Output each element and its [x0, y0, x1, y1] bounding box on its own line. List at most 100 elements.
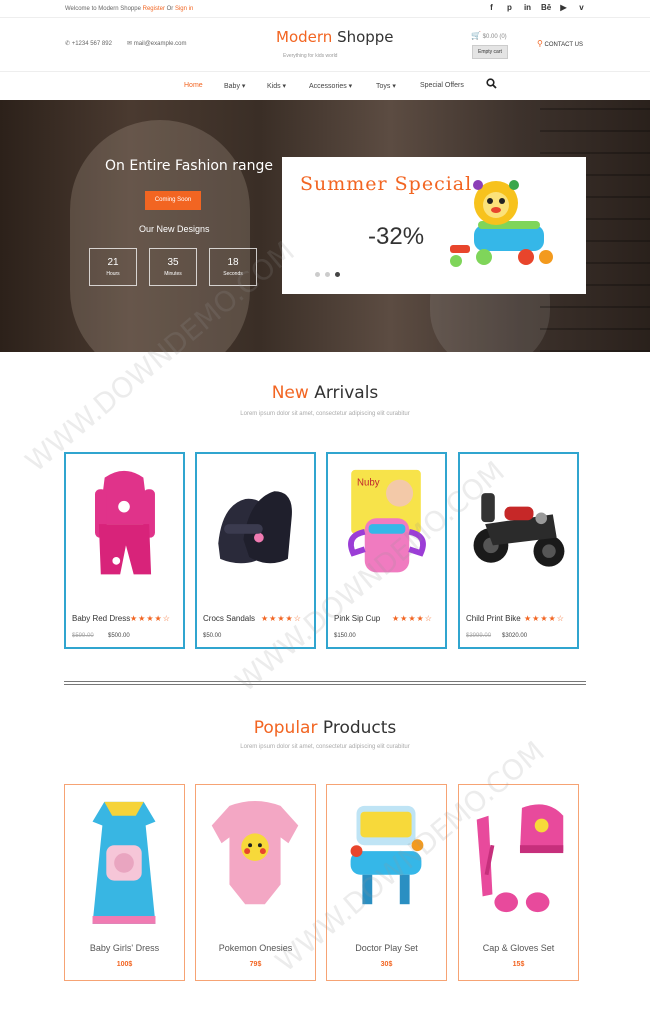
countdown-seconds: 18 Seconds [209, 248, 257, 286]
vimeo-icon[interactable]: v [577, 3, 586, 12]
new-arrivals-title: New Arrivals [0, 383, 650, 403]
coming-soon-button[interactable]: Coming Soon [145, 191, 201, 210]
or-text: Or [166, 6, 174, 12]
countdown-minutes-label: Minutes [164, 271, 182, 277]
pinterest-icon[interactable]: p [505, 3, 514, 12]
child-print-bike-image [473, 493, 565, 567]
welcome-message: Welcome to Modern Shoppe Register Or Sig… [65, 6, 193, 12]
baby-girls-dress-image [92, 801, 156, 924]
new-arrivals-title-accent: New [271, 383, 309, 403]
product-card[interactable]: Crocs Sandals ★★★★☆ $50.00 [195, 452, 316, 649]
youtube-icon[interactable]: ▶ [559, 3, 568, 12]
slider-dot-active[interactable] [335, 272, 340, 277]
crocs-sandals-image [218, 491, 292, 564]
pokemon-onesies-image [211, 800, 299, 905]
popular-products-title: Popular Products [0, 718, 650, 738]
logo-word-1: Modern [276, 28, 333, 46]
popular-products-subtitle: Lorem ipsum dolor sit amet, consectetur … [240, 744, 410, 750]
promo-discount: -32% [368, 223, 425, 250]
product-name[interactable]: Pink Sip Cup [334, 614, 380, 623]
hero-banner: On Entire Fashion range Coming Soon Our … [0, 100, 650, 352]
slider-dot[interactable] [325, 272, 330, 277]
doctor-play-set-image [350, 805, 424, 905]
new-arrivals-title-rest: Arrivals [314, 383, 379, 403]
product-price: 15$ [512, 961, 525, 968]
contact-us-label: CONTACT US [544, 42, 583, 48]
product-name[interactable]: Crocs Sandals [203, 614, 255, 623]
hero-headline: On Entire Fashion range [105, 158, 273, 174]
new-designs-label: Our New Designs [139, 224, 210, 234]
popular-products-title-rest: Products [322, 718, 397, 738]
search-icon[interactable] [486, 78, 497, 92]
section-divider [64, 681, 586, 685]
product-name[interactable]: Child Print Bike [466, 614, 521, 623]
logo-tagline: Everything for kids world [283, 53, 338, 59]
product-price: $50.00 [203, 633, 222, 639]
welcome-text: Welcome to Modern Shoppe [65, 6, 141, 12]
cart-icon: 🛒 [471, 31, 481, 40]
product-name[interactable]: Baby Girls' Dress [65, 943, 184, 953]
phone-contact: ✆ +1234 567 892 [65, 40, 112, 47]
product-card[interactable]: Baby Girls' Dress 100$ [64, 784, 185, 981]
product-name[interactable]: Baby Red Dress [72, 614, 130, 623]
empty-cart-button[interactable]: Empty cart [472, 45, 508, 59]
countdown-hours-value: 21 [107, 257, 119, 268]
nav-item-special-offers[interactable]: Special Offers [420, 82, 464, 89]
phone-icon: ✆ [65, 41, 71, 47]
old-price: $3999.00 [466, 633, 492, 639]
logo-word-2: Shoppe [337, 28, 394, 46]
nav-item-baby[interactable]: Baby ▾ [224, 82, 245, 90]
popular-products-title-accent: Popular [253, 718, 318, 738]
product-name[interactable]: Pokemon Onesies [196, 943, 315, 953]
site-logo[interactable]: Modern Shoppe [276, 28, 394, 46]
cap-gloves-set-image [476, 804, 564, 913]
register-link[interactable]: Register [143, 6, 165, 12]
nav-item-toys[interactable]: Toys ▾ [376, 82, 396, 90]
svg-text:Nuby: Nuby [357, 477, 380, 488]
nav-item-kids[interactable]: Kids ▾ [267, 82, 286, 90]
rating-stars: ★★★★☆ [392, 614, 433, 623]
rating-stars: ★★★★☆ [261, 614, 302, 623]
email-address[interactable]: mail@example.com [134, 41, 187, 47]
pink-sip-cup-image: Nuby [348, 469, 426, 573]
baby-red-dress-image [95, 470, 155, 575]
contact-us-link[interactable]: ⚲ CONTACT US [537, 39, 583, 48]
facebook-icon[interactable]: f [487, 3, 496, 12]
product-price: $3020.00 [502, 633, 528, 639]
mail-icon: ✉ [127, 41, 133, 47]
top-bar: Welcome to Modern Shoppe Register Or Sig… [0, 0, 650, 18]
site-header: ✆ +1234 567 892 ✉ mail@example.com Moder… [0, 18, 650, 72]
nav-item-home[interactable]: Home [184, 82, 203, 89]
email-contact: ✉ mail@example.com [127, 40, 186, 47]
product-card[interactable]: Child Print Bike ★★★★☆ $3999.00 $3020.00 [458, 452, 579, 649]
linkedin-icon[interactable]: in [523, 3, 532, 12]
rating-stars: ★★★★☆ [130, 614, 171, 623]
main-nav: Home Baby ▾ Kids ▾ Accessories ▾ Toys ▾ … [0, 72, 650, 100]
product-card[interactable]: Cap & Gloves Set 15$ [458, 784, 579, 981]
new-arrivals-subtitle: Lorem ipsum dolor sit amet, consectetur … [240, 411, 410, 417]
social-links: f p in Bē ▶ v [487, 3, 586, 12]
countdown-seconds-label: Seconds [223, 271, 243, 277]
nav-item-accessories[interactable]: Accessories ▾ [309, 82, 352, 90]
old-price: $599.00 [72, 633, 94, 639]
product-card[interactable]: Doctor Play Set 30$ [326, 784, 447, 981]
location-pin-icon: ⚲ [537, 39, 543, 48]
countdown-minutes: 35 Minutes [149, 248, 197, 286]
sign-in-link[interactable]: Sign in [175, 6, 193, 12]
slider-dot[interactable] [315, 272, 320, 277]
product-card[interactable]: Pokemon Onesies 79$ [195, 784, 316, 981]
product-name[interactable]: Doctor Play Set [327, 943, 446, 953]
hero-child-photo [70, 120, 250, 352]
cart-summary[interactable]: 🛒 $0.00 (0) [471, 31, 507, 40]
promo-slide[interactable]: Summer Special -32% [282, 157, 586, 294]
product-card[interactable]: Baby Red Dress ★★★★☆ $599.00 $500.00 [64, 452, 185, 649]
product-price: 79$ [249, 961, 262, 968]
product-price: 100$ [116, 961, 133, 968]
product-price: $500.00 [108, 633, 130, 639]
countdown-seconds-value: 18 [227, 257, 239, 268]
product-card[interactable]: Nuby Pink Sip Cup ★★★★☆ $150.00 [326, 452, 447, 649]
countdown-hours-label: Hours [106, 271, 120, 277]
product-name[interactable]: Cap & Gloves Set [459, 943, 578, 953]
countdown-hours: 21 Hours [89, 248, 137, 286]
behance-icon[interactable]: Bē [541, 3, 551, 12]
